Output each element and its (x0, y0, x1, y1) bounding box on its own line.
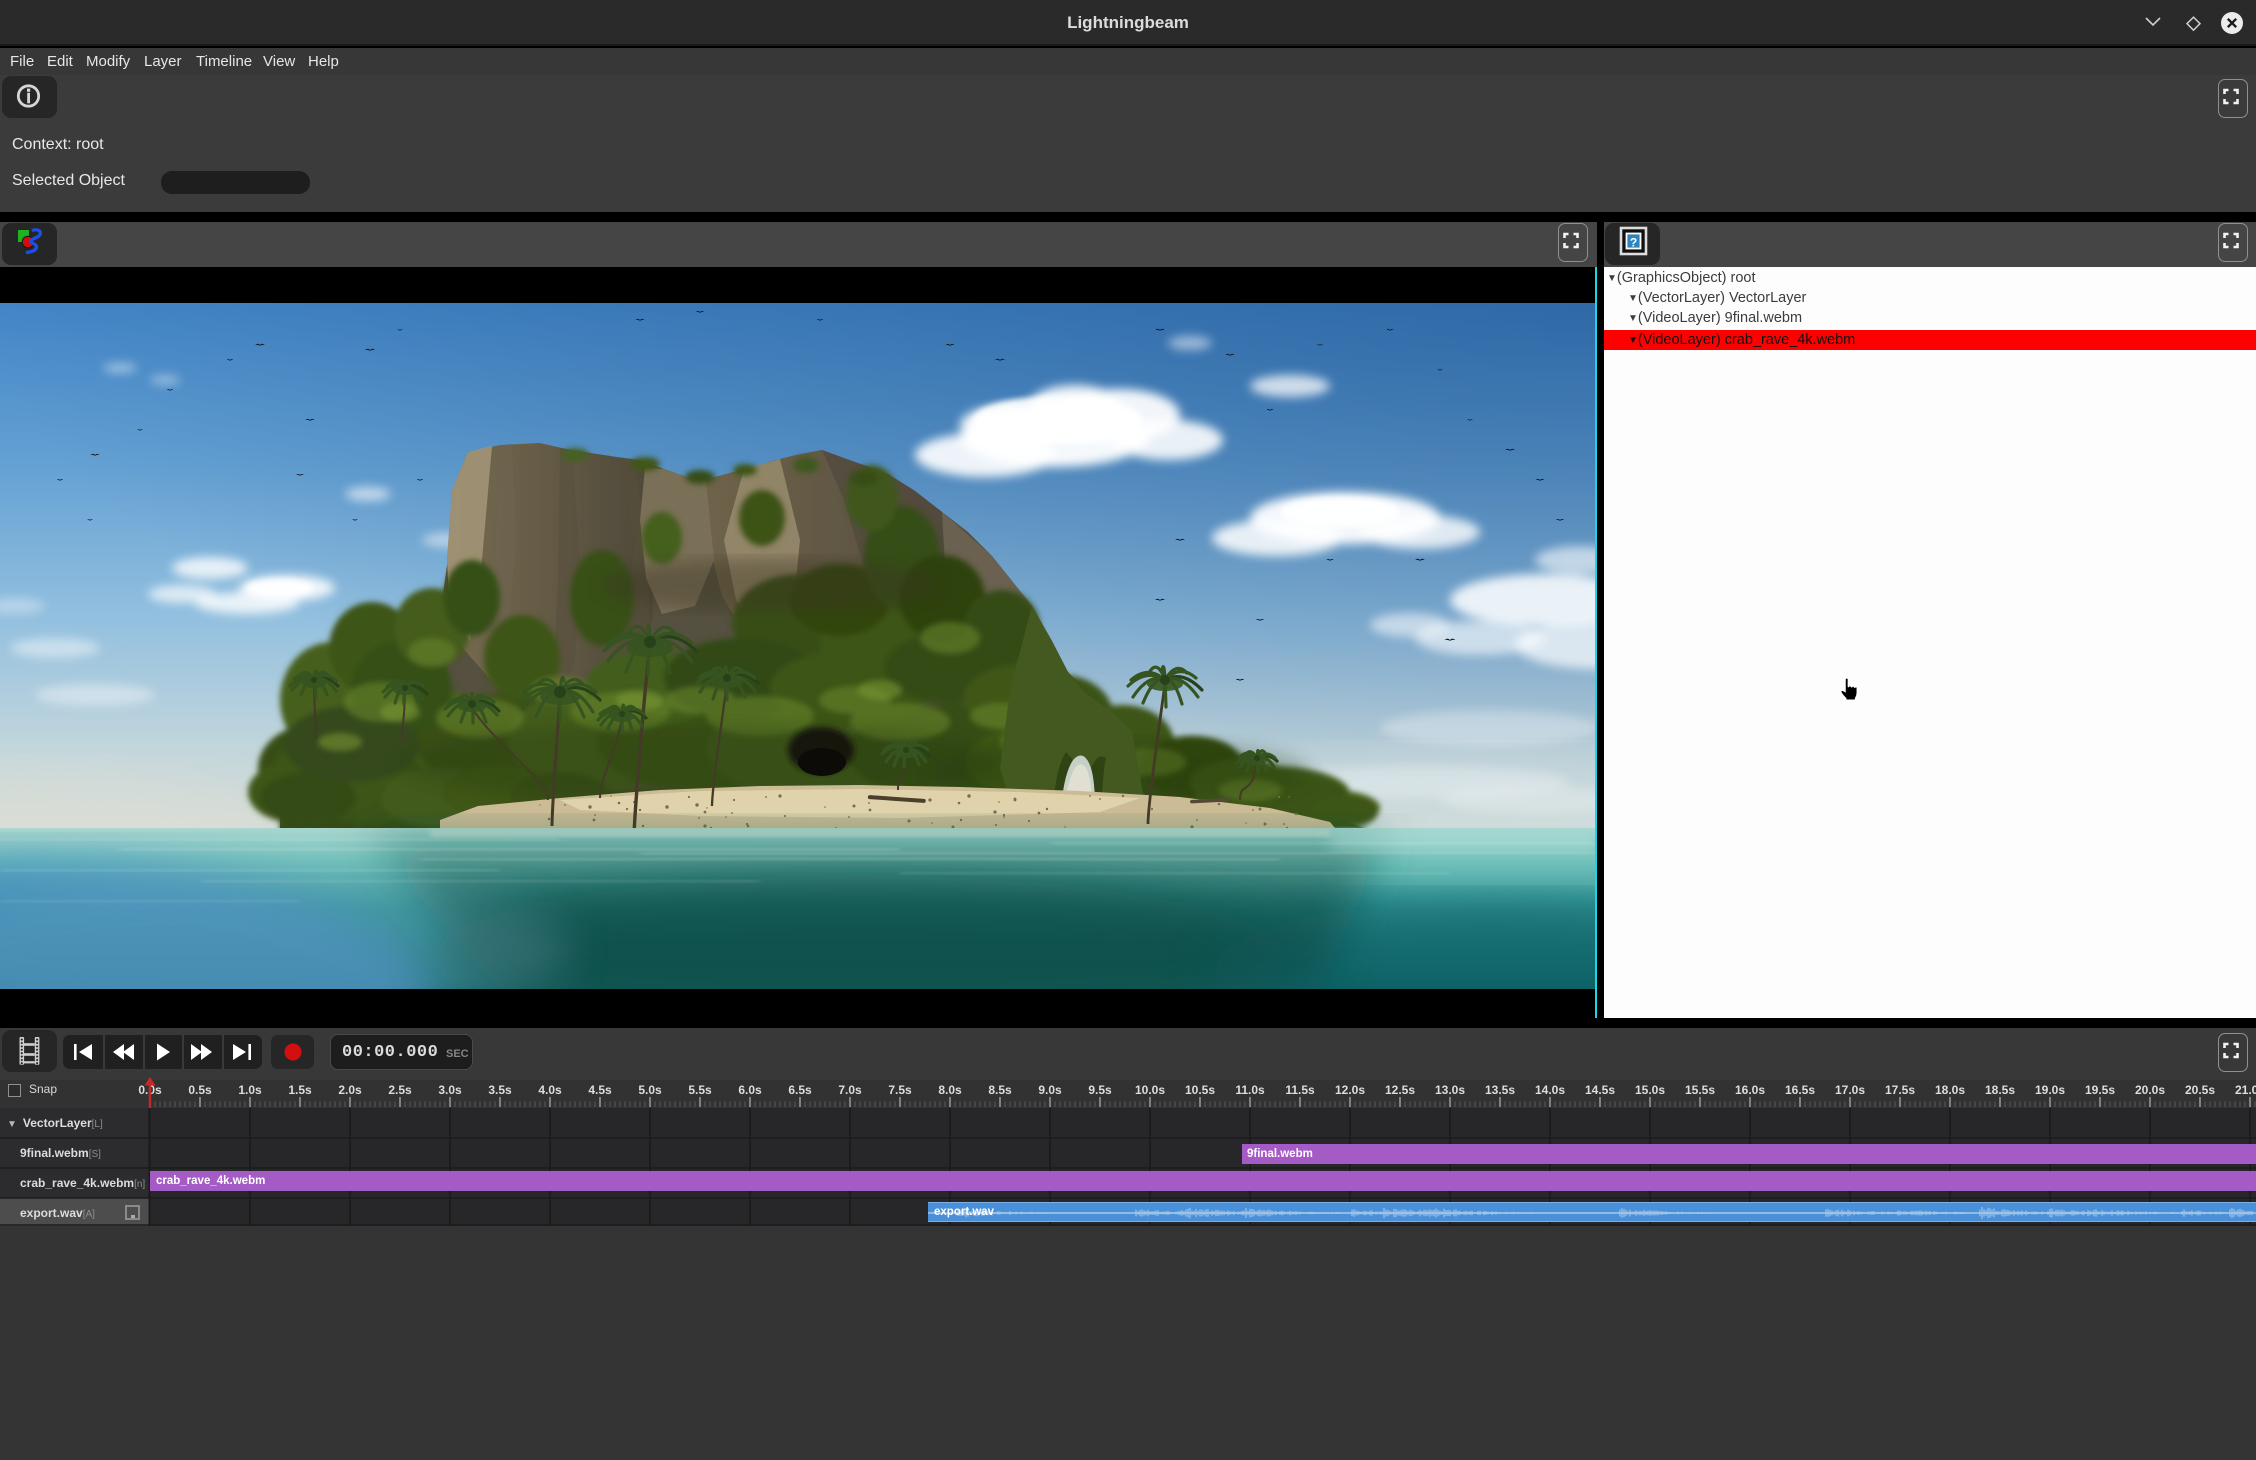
svg-text:9.0s: 9.0s (1038, 1083, 1062, 1097)
svg-text:18.5s: 18.5s (1985, 1083, 2015, 1097)
svg-text:13.0s: 13.0s (1435, 1083, 1465, 1097)
svg-text:18.0s: 18.0s (1935, 1083, 1965, 1097)
svg-text:8.5s: 8.5s (988, 1083, 1012, 1097)
svg-text:1.5s: 1.5s (288, 1083, 312, 1097)
svg-text:14.0s: 14.0s (1535, 1083, 1565, 1097)
svg-text:4.0s: 4.0s (538, 1083, 562, 1097)
svg-text:3.0s: 3.0s (438, 1083, 462, 1097)
svg-text:6.0s: 6.0s (738, 1083, 762, 1097)
svg-text:7.0s: 7.0s (838, 1083, 862, 1097)
svg-text:20.0s: 20.0s (2135, 1083, 2165, 1097)
svg-text:16.5s: 16.5s (1785, 1083, 1815, 1097)
svg-text:14.5s: 14.5s (1585, 1083, 1615, 1097)
svg-text:1.0s: 1.0s (238, 1083, 262, 1097)
svg-text:11.5s: 11.5s (1285, 1083, 1315, 1097)
svg-text:5.0s: 5.0s (638, 1083, 662, 1097)
svg-text:7.5s: 7.5s (888, 1083, 912, 1097)
svg-text:2.5s: 2.5s (388, 1083, 412, 1097)
svg-text:17.0s: 17.0s (1835, 1083, 1865, 1097)
svg-text:9.5s: 9.5s (1088, 1083, 1112, 1097)
svg-text:8.0s: 8.0s (938, 1083, 962, 1097)
svg-text:11.0s: 11.0s (1235, 1083, 1265, 1097)
svg-text:4.5s: 4.5s (588, 1083, 612, 1097)
svg-text:19.0s: 19.0s (2035, 1083, 2065, 1097)
svg-text:6.5s: 6.5s (788, 1083, 812, 1097)
svg-text:13.5s: 13.5s (1485, 1083, 1515, 1097)
svg-text:15.5s: 15.5s (1685, 1083, 1715, 1097)
svg-text:17.5s: 17.5s (1885, 1083, 1915, 1097)
svg-text:3.5s: 3.5s (488, 1083, 512, 1097)
svg-text:12.0s: 12.0s (1335, 1083, 1365, 1097)
svg-text:0.5s: 0.5s (188, 1083, 212, 1097)
svg-text:12.5s: 12.5s (1385, 1083, 1415, 1097)
svg-text:20.5s: 20.5s (2185, 1083, 2215, 1097)
svg-text:5.5s: 5.5s (688, 1083, 712, 1097)
svg-text:19.5s: 19.5s (2085, 1083, 2115, 1097)
svg-text:10.0s: 10.0s (1135, 1083, 1165, 1097)
svg-text:?: ? (1630, 236, 1637, 250)
svg-text:16.0s: 16.0s (1735, 1083, 1765, 1097)
svg-text:21.0s: 21.0s (2235, 1083, 2256, 1097)
svg-text:2.0s: 2.0s (338, 1083, 362, 1097)
svg-text:10.5s: 10.5s (1185, 1083, 1215, 1097)
svg-text:15.0s: 15.0s (1635, 1083, 1665, 1097)
